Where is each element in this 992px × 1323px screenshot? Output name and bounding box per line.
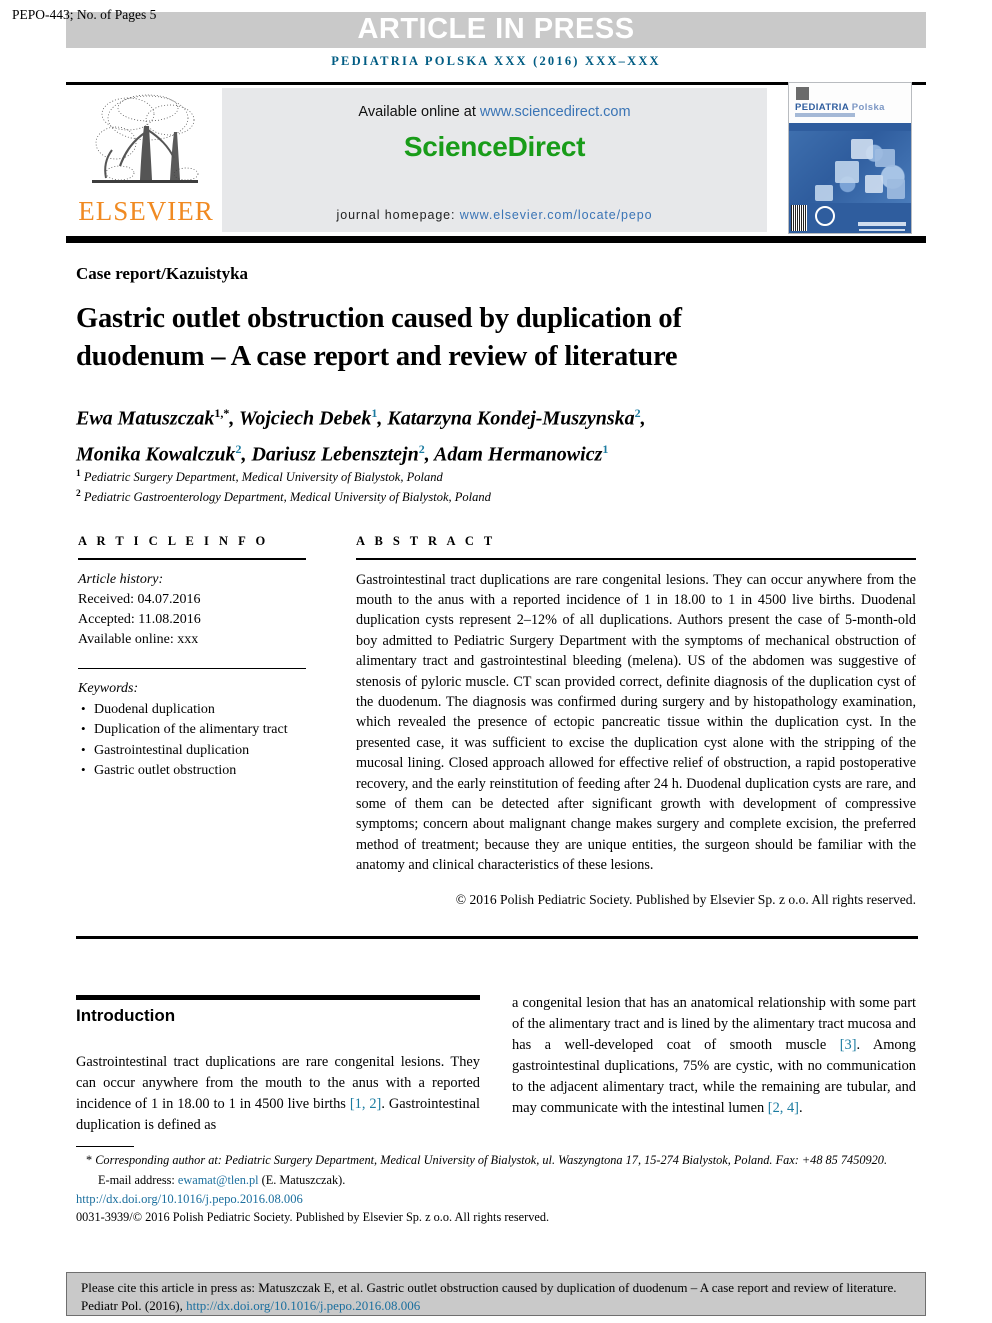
manuscript-id-label: PEPO-443; No. of Pages 5 [12, 7, 157, 22]
please-cite-box: Please cite this article in press as: Ma… [66, 1272, 926, 1316]
sciencedirect-panel: Available online at www.sciencedirect.co… [222, 88, 767, 232]
citation-link[interactable]: [2, 4] [768, 1100, 799, 1116]
abstract-copyright: © 2016 Polish Pediatric Society. Publish… [455, 891, 916, 907]
author-name: Monika Kowalczuk [76, 443, 236, 466]
article-info-separator [78, 667, 306, 669]
keywords-label: Keywords: [78, 680, 139, 696]
doi-link[interactable]: http://dx.doi.org/10.1016/j.pepo.2016.08… [76, 1191, 918, 1208]
issn-copyright-line: 0031-3939/© 2016 Polish Pediatric Societ… [76, 1209, 550, 1224]
article-section-label: Case report/Kazuistyka [76, 264, 249, 283]
list-item: Duodenal duplication [81, 699, 306, 720]
email-link[interactable]: ewamat@tlen.pl [178, 1173, 259, 1187]
cover-header: PEDIATRIA Polska [789, 83, 911, 123]
abstract-bottom-rule [76, 936, 918, 939]
author-name: Adam Hermanowicz [434, 443, 603, 466]
article-available-online: Available online: xxx [78, 631, 199, 647]
available-online-text: Available online at [358, 104, 480, 120]
article-info-heading: A R T I C L E I N F O [78, 534, 269, 548]
abstract-body: Gastrointestinal tract duplications are … [356, 571, 916, 874]
author-name: Ewa Matuszczak [76, 407, 215, 430]
body-column-left: Gastrointestinal tract duplications are … [76, 1052, 480, 1136]
author-name: Wojciech Debek [239, 407, 372, 430]
article-info-column: A R T I C L E I N F O Article history: R… [78, 534, 306, 782]
journal-cover-thumbnail[interactable]: PEDIATRIA Polska [788, 82, 912, 234]
author-name: Katarzyna Kondej-Muszynska [387, 407, 635, 430]
keywords-list: Duodenal duplication Duplication of the … [78, 699, 306, 781]
article-in-press-label: ARTICLE IN PRESS [357, 13, 635, 45]
masthead-bottom-rule [66, 236, 926, 243]
intro-text-part-5: . [798, 1100, 803, 1116]
cite-doi-link[interactable]: http://dx.doi.org/10.1016/j.pepo.2016.08… [186, 1298, 420, 1313]
affiliation-marker: 2 [76, 488, 81, 499]
list-item: Duplication of the alimentary tract [81, 719, 306, 740]
body-column-right: a congenital lesion that has an anatomic… [512, 993, 916, 1119]
journal-homepage-line: journal homepage: www.elsevier.com/locat… [222, 208, 767, 222]
corresponding-author-text: Corresponding author at: Pediatric Surge… [95, 1153, 888, 1167]
cover-title-main: PEDIATRIA [795, 102, 849, 113]
email-suffix: (E. Matuszczak). [258, 1172, 346, 1187]
footnote-rule [76, 1146, 134, 1147]
cover-barcode-icon [791, 205, 807, 231]
cover-title: PEDIATRIA Polska [795, 102, 885, 113]
affiliation-item: 1 Pediatric Surgery Department, Medical … [76, 466, 886, 486]
affiliation-text: Pediatric Surgery Department, Medical Un… [83, 470, 443, 485]
available-online-line: Available online at www.sciencedirect.co… [222, 104, 767, 120]
cover-artwork-puzzle [789, 131, 911, 205]
author-sup: 1 [602, 441, 609, 456]
abstract-rule [356, 558, 916, 560]
affiliation-marker: 1 [76, 469, 81, 479]
author-sup: 2 [634, 406, 641, 420]
article-history-block: Article history: Received: 04.07.2016 Ac… [78, 570, 306, 650]
author-sup: 1 [371, 406, 378, 420]
article-accepted-date: Accepted: 11.08.2016 [78, 611, 201, 627]
cover-publisher-icon [796, 87, 809, 100]
introduction-heading: Introduction [76, 1006, 176, 1025]
article-in-press-banner: ARTICLE IN PRESS [66, 12, 926, 48]
elsevier-tree-icon [92, 94, 199, 183]
author-list: Ewa Matuszczak1,*, Wojciech Debek1, Kata… [76, 406, 646, 466]
cover-footer [789, 203, 911, 233]
author-sup: 2 [418, 441, 425, 456]
list-item: Gastrointestinal duplication [81, 740, 306, 761]
list-item: Gastric outlet obstruction [81, 760, 306, 781]
cover-subtitle-bar [795, 113, 895, 117]
article-received-date: Received: 04.07.2016 [78, 591, 201, 607]
article-title-line-1: Gastric outlet obstruction caused by dup… [76, 303, 682, 334]
corresponding-author-note: * Corresponding author at: Pediatric Sur… [76, 1152, 918, 1169]
journal-homepage-link[interactable]: www.elsevier.com/locate/pepo [460, 208, 653, 222]
article-page: ARTICLE IN PRESS PEPO-443; No. of Pages … [0, 0, 992, 1323]
journal-citation-line: PEDIATRIA POLSKA XXX (2016) XXX–XXX [331, 54, 661, 68]
author-sup: 1,* [214, 406, 230, 420]
article-title-line-2: duodenum – A case report and review of l… [76, 341, 678, 372]
article-title: Gastric outlet obstruction caused by dup… [76, 300, 866, 376]
corresponding-author-marker: * [86, 1153, 93, 1167]
abstract-column: A B S T R A C T Gastrointestinal tract d… [356, 534, 916, 908]
email-note: E-mail address: ewamat@tlen.pl (E. Matus… [76, 1172, 918, 1189]
author-name: Dariusz Lebensztejn [251, 443, 419, 466]
journal-homepage-label: journal homepage: [336, 208, 460, 222]
affiliation-item: 2 Pediatric Gastroenterology Department,… [76, 486, 886, 506]
footnote-block: * Corresponding author at: Pediatric Sur… [76, 1152, 918, 1225]
affiliation-list: 1 Pediatric Surgery Department, Medical … [76, 466, 886, 505]
email-label: E-mail address: [98, 1172, 178, 1187]
elsevier-wordmark: ELSEVIER [78, 196, 214, 226]
elsevier-logo: ELSEVIER [72, 88, 220, 232]
article-info-rule [78, 558, 306, 560]
citation-link[interactable]: [1, 2] [350, 1096, 382, 1112]
citation-link[interactable]: [3] [840, 1037, 857, 1053]
affiliation-text: Pediatric Gastroenterology Department, M… [83, 489, 491, 504]
article-history-label: Article history: [78, 571, 164, 587]
cover-publisher-mark [858, 222, 906, 226]
introduction-rule [76, 995, 480, 1000]
sciencedirect-link[interactable]: www.sciencedirect.com [480, 104, 631, 120]
cover-stripe [789, 123, 911, 131]
cover-society-seal-icon [815, 206, 835, 226]
author-sup: 2 [235, 441, 242, 456]
abstract-heading: A B S T R A C T [356, 534, 496, 548]
sciencedirect-logo: ScienceDirect [403, 131, 586, 162]
journal-masthead: ELSEVIER Available online at www.science… [66, 82, 926, 234]
cover-title-light: Polska [851, 102, 885, 113]
